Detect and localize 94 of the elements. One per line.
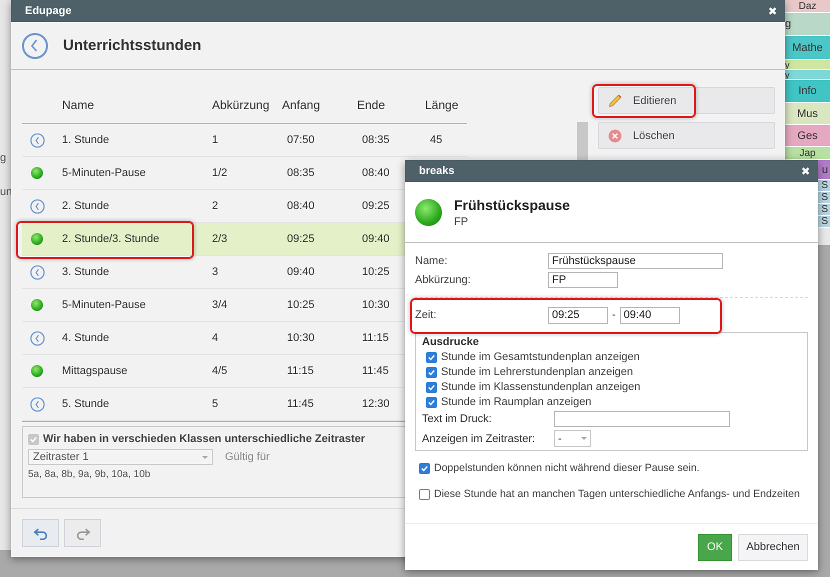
- valid-for-label: Gültig für: [225, 451, 270, 463]
- input-field[interactable]: FP: [548, 272, 618, 288]
- clock-icon: [30, 198, 44, 214]
- checkbox[interactable]: [426, 396, 437, 408]
- window-title: breaks: [419, 165, 454, 177]
- table-cell-text: 08:40: [286, 200, 316, 212]
- time-field[interactable]: 09:25: [548, 306, 608, 324]
- table-cell-text: 09:40: [286, 266, 316, 278]
- clock-icon: [30, 264, 44, 280]
- time-field[interactable]: 09:40: [620, 306, 680, 324]
- table-cell-text: 09:25: [362, 200, 391, 212]
- clock-icon: [30, 396, 44, 412]
- timetable-cell: g: [785, 13, 830, 36]
- table-cell-text: 3. Stunde: [61, 266, 110, 278]
- table-cell-text: 5: [212, 398, 220, 410]
- timetable-cell: Ges: [785, 125, 830, 147]
- table-cell-text: 10:25: [362, 266, 391, 278]
- checkbox[interactable]: [419, 462, 430, 474]
- column-header: Ende: [357, 98, 386, 112]
- table-cell-text: Mittagspause: [61, 365, 128, 377]
- column-header: Länge: [424, 98, 460, 112]
- ball-icon: [31, 365, 43, 377]
- table-cell-text: 3/4: [212, 299, 228, 311]
- delete-icon: [607, 128, 623, 144]
- table-cell-text: 11:45: [286, 398, 315, 410]
- checkbox[interactable]: [419, 488, 430, 500]
- checkbox[interactable]: [426, 382, 437, 392]
- table-cell-text: 3: [212, 266, 220, 278]
- table-cell-text: 09:25: [286, 233, 316, 245]
- ball-icon: [415, 198, 442, 226]
- table-cell-text: 5. Stunde: [61, 398, 110, 410]
- pencil-icon: [607, 92, 623, 108]
- table-cell-text: 45: [429, 134, 444, 146]
- table-cell-text: 2. Stunde/3. Stunde: [61, 233, 160, 245]
- checkbox[interactable]: [426, 352, 437, 362]
- column-header: Name: [61, 98, 96, 112]
- clock-icon: [21, 32, 49, 60]
- undo-button[interactable]: [22, 519, 59, 547]
- table-cell-text: 09:40: [362, 233, 391, 245]
- field-label: Zeit:: [415, 309, 438, 321]
- timetable-cell: Daz: [785, 0, 830, 13]
- clock-icon: [30, 132, 44, 148]
- table-cell-text: 11:45: [362, 365, 390, 377]
- cancel-button[interactable]: Abbrechen: [738, 534, 808, 560]
- window-title: Edupage: [25, 5, 72, 17]
- timetable-cell: y: [785, 70, 830, 80]
- field-label: Name:: [415, 254, 448, 266]
- table-cell-text: 4: [212, 332, 220, 344]
- column-header: Abkürzung: [212, 98, 270, 112]
- table-cell-text: 2. Stunde: [61, 200, 110, 212]
- input-field[interactable]: Frühstückspause: [548, 252, 723, 268]
- table-cell-text: 5-Minuten-Pause: [61, 299, 147, 311]
- timetable-cell: y: [785, 60, 830, 70]
- table-cell-text: 07:50: [286, 134, 316, 146]
- table-cell-text: 10:25: [286, 299, 316, 311]
- action-button[interactable]: Löschen: [598, 122, 775, 149]
- close-button[interactable]: ✖: [768, 4, 777, 18]
- timetable-cell: Jap: [785, 147, 830, 160]
- table-cell-text: 1: [212, 134, 220, 146]
- table-cell-text: 12:30: [362, 398, 391, 410]
- close-button[interactable]: ✖: [801, 164, 810, 178]
- ball-icon: [31, 299, 43, 311]
- table-cell-text: 4. Stunde: [61, 332, 110, 344]
- clock-icon: [30, 330, 44, 346]
- timetable-cell: Mus: [785, 103, 830, 125]
- checkbox-label: Diese Stunde hat an manchen Tagen unterschiedliche Anfangs- und Endzeiten: [434, 488, 800, 500]
- table-cell-text: 2: [212, 200, 220, 212]
- table-cell-text: 1/2: [212, 167, 228, 179]
- table-cell-text: 10:30: [286, 332, 316, 344]
- table-row[interactable]: 1. Stunde 1 07:50 08:35 45: [22, 124, 467, 157]
- column-header: Anfang: [282, 98, 322, 112]
- table-cell-text: 11:15: [286, 365, 315, 377]
- table-cell-text: 4/5: [212, 365, 228, 377]
- checkbox[interactable]: [426, 366, 437, 378]
- table-cell-text: 10:30: [362, 299, 391, 311]
- table-cell-text: 2/3: [212, 233, 228, 245]
- timegrid-select[interactable]: -: [554, 430, 591, 447]
- ball-icon: [31, 233, 43, 245]
- table-cell-text: 11:15: [362, 332, 390, 344]
- undo-icon: [32, 526, 48, 540]
- background-text: g: [0, 152, 8, 164]
- table-cell-text: 08:35: [362, 134, 391, 146]
- dialog-heading: Unterrichtsstunden: [63, 37, 202, 54]
- table-cell-text: 5-Minuten-Pause: [61, 167, 147, 179]
- field-label: Anzeigen im Zeitraster:: [422, 432, 536, 444]
- table-cell-text: 08:35: [286, 167, 316, 179]
- table-cell-text: 1. Stunde: [61, 134, 110, 146]
- redo-icon: [74, 526, 90, 540]
- input-field[interactable]: [554, 411, 730, 427]
- ball-icon: [31, 167, 43, 179]
- timetable-cell: Mathe: [785, 36, 830, 60]
- separator-text: -: [612, 309, 616, 321]
- checkbox-label: Wir haben in verschieden Klassen unterschiedliche Zeitraster: [43, 433, 366, 445]
- timetable-cell: Info: [785, 80, 830, 103]
